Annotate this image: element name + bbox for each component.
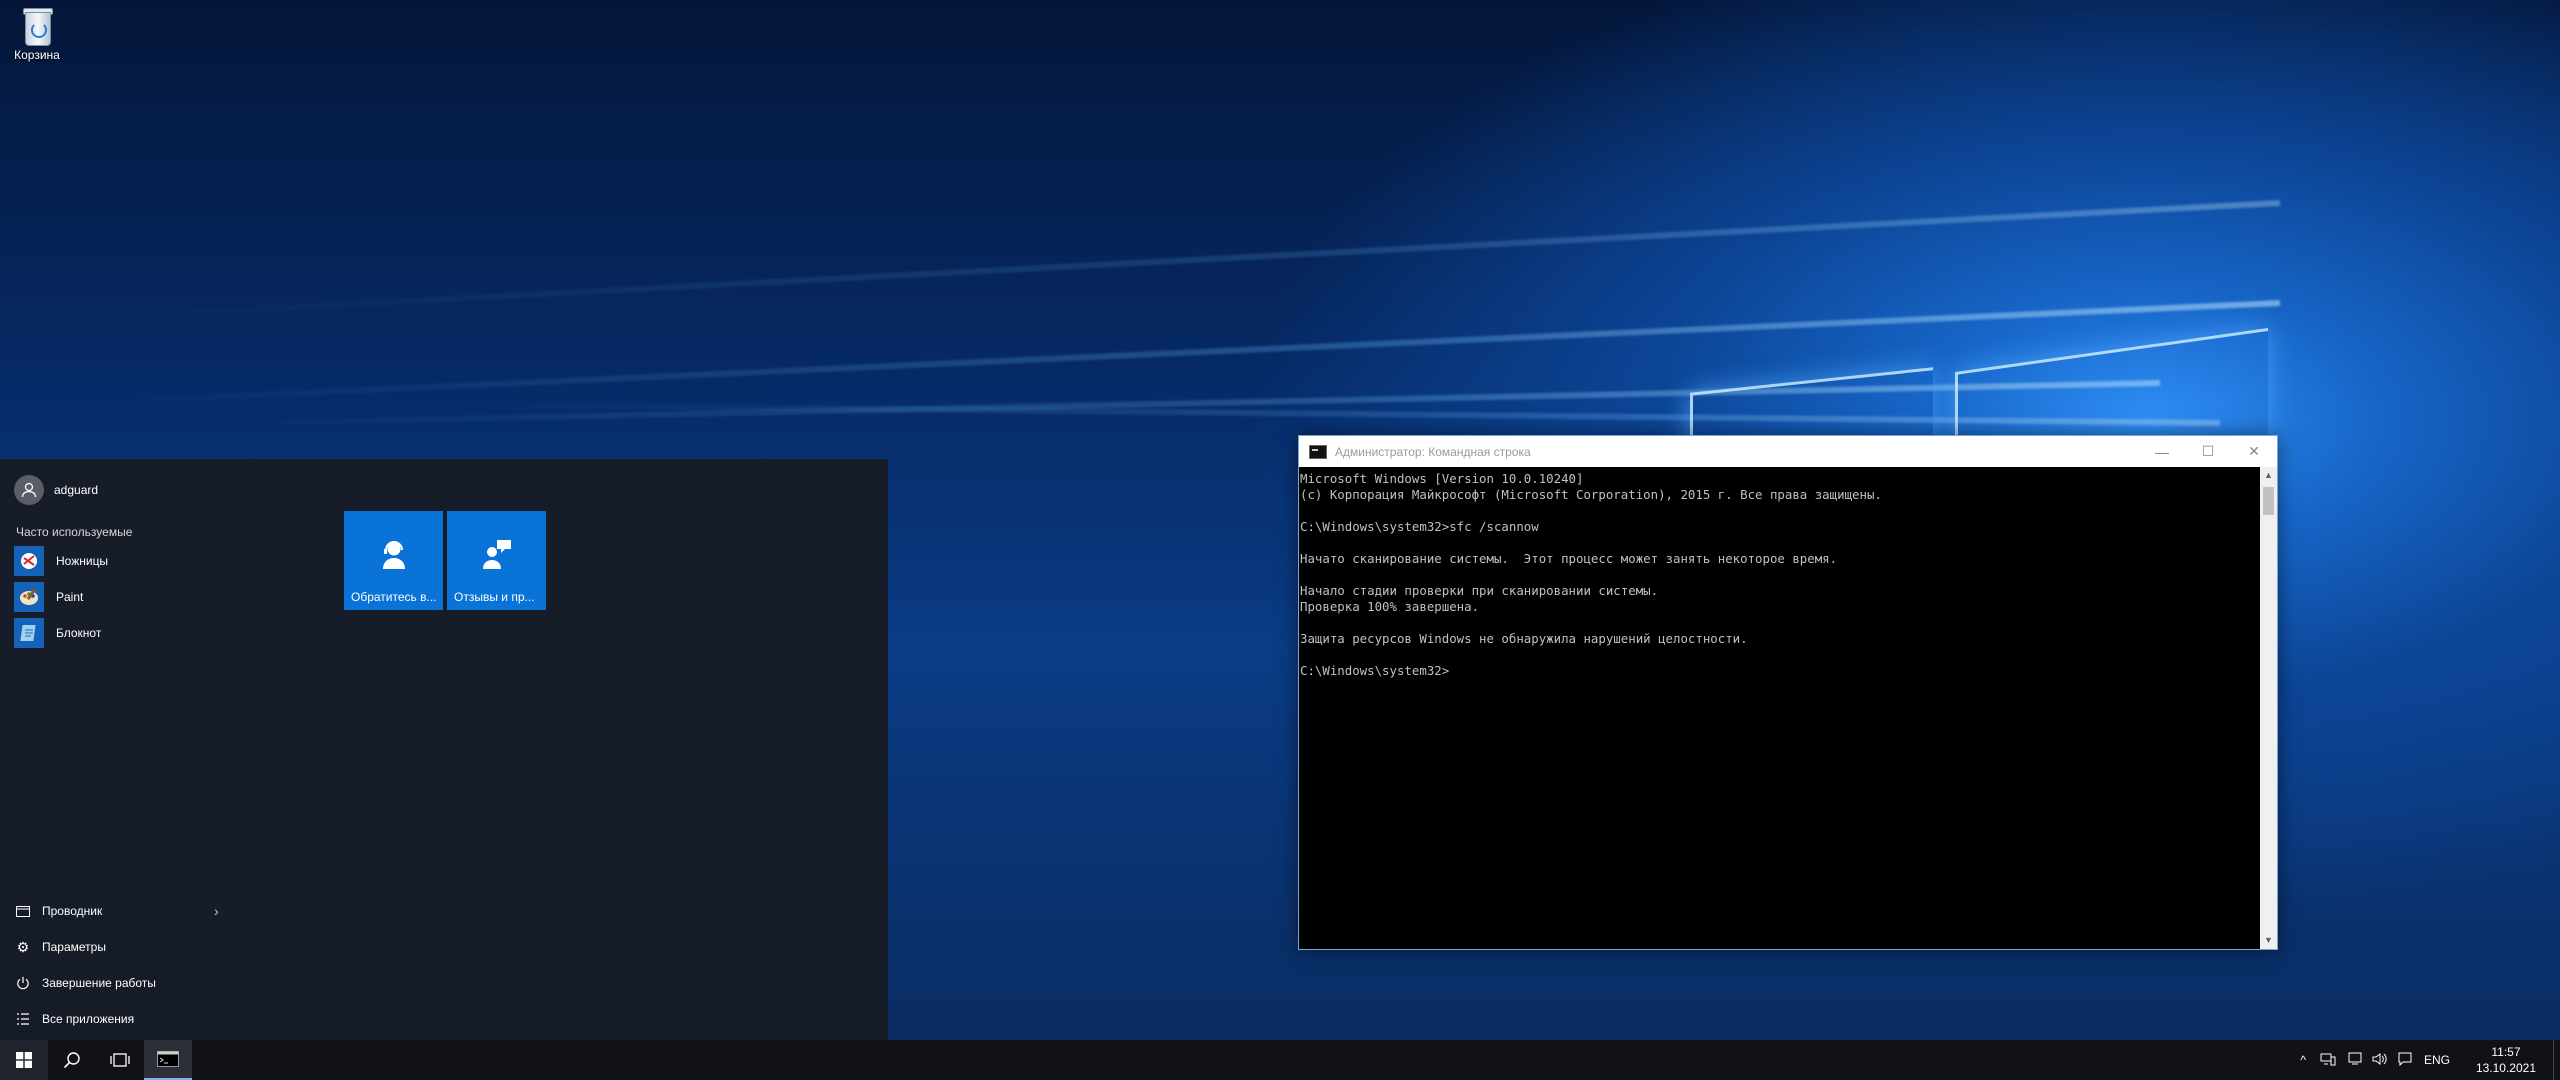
network-icon[interactable] [2320, 1052, 2336, 1069]
cmd-taskbar-button[interactable] [144, 1040, 192, 1080]
snipping-tool-icon [14, 546, 44, 576]
vertical-scrollbar[interactable]: ▲ ▼ [2260, 467, 2277, 949]
desktop-icon-label: Корзина [14, 48, 60, 62]
console-output[interactable]: Microsoft Windows [Version 10.0.10240] (c… [1299, 467, 2260, 949]
task-view-icon [110, 1053, 130, 1067]
console-line: (c) Корпорация Майкрософт (Microsoft Cor… [1300, 487, 1882, 502]
paint-icon [14, 582, 44, 612]
start-item-all-apps[interactable]: Все приложения [14, 1003, 214, 1035]
console-line: Начато сканирование системы. Этот процес… [1300, 551, 1838, 566]
clock[interactable]: 11:57 13.10.2021 [2476, 1044, 2536, 1076]
clock-time: 11:57 [2491, 1045, 2521, 1059]
file-explorer-icon [14, 902, 32, 920]
tile-label: Обратитесь в... [351, 590, 437, 604]
contact-support-icon [344, 537, 443, 574]
search-button[interactable] [48, 1040, 96, 1080]
maximize-icon: ☐ [2201, 443, 2215, 459]
start-menu: adguard Часто используемые Ножницы Paint [0, 459, 888, 1040]
start-button[interactable] [0, 1040, 48, 1080]
tile-contact-support[interactable]: Обратитесь в... [344, 511, 443, 610]
start-item-label: Завершение работы [42, 976, 156, 990]
command-prompt-window: Администратор: Командная строка — ☐ ✕ Mi… [1298, 435, 2278, 950]
language-indicator[interactable]: ENG [2424, 1053, 2450, 1067]
notepad-icon [14, 618, 44, 648]
start-item-power[interactable]: Завершение работы [14, 967, 214, 999]
user-avatar-icon [14, 475, 44, 505]
power-icon [14, 974, 32, 992]
close-button[interactable]: ✕ [2231, 436, 2277, 467]
start-app-label: Paint [56, 590, 84, 604]
gear-icon: ⚙ [16, 938, 30, 955]
console-line: C:\Windows\system32> [1300, 663, 1450, 678]
user-name: adguard [54, 483, 99, 497]
console-line: Начало стадии проверки при сканировании … [1300, 583, 1659, 598]
desktop-icon-recycle-bin[interactable]: Корзина [6, 6, 68, 62]
start-item-settings[interactable]: ⚙ Параметры [14, 931, 214, 963]
chevron-right-icon[interactable]: › [214, 903, 219, 919]
scroll-up-icon[interactable]: ▲ [2260, 467, 2277, 484]
start-item-label: Проводник [42, 904, 103, 918]
console-line: Проверка 100% завершена. [1300, 599, 1480, 614]
tile-label: Отзывы и пр... [454, 590, 535, 604]
chevron-up-icon[interactable]: ^ [2300, 1053, 2306, 1067]
command-prompt-icon [157, 1051, 179, 1067]
notifications-icon[interactable] [2398, 1052, 2412, 1069]
recycle-bin-icon [21, 6, 53, 46]
search-icon [63, 1052, 80, 1069]
console-line: Microsoft Windows [Version 10.0.10240] [1300, 471, 1584, 486]
system-tray: ^ ENG [2300, 1040, 2450, 1080]
start-item-label: Параметры [42, 940, 106, 954]
wallpaper-beam [62, 200, 2281, 323]
close-icon: ✕ [2248, 443, 2260, 459]
taskbar: ^ ENG 11:57 13.10.2021 [0, 1040, 2560, 1080]
start-app-paint[interactable]: Paint [14, 581, 334, 613]
scroll-down-icon[interactable]: ▼ [2260, 932, 2277, 949]
start-app-notepad[interactable]: Блокнот [14, 617, 334, 649]
volume-icon[interactable] [2372, 1052, 2388, 1069]
feedback-icon [447, 537, 546, 574]
window-titlebar[interactable]: Администратор: Командная строка — ☐ ✕ [1299, 436, 2277, 467]
scrollbar-thumb[interactable] [2263, 487, 2274, 515]
minimize-icon: — [2155, 443, 2169, 460]
console-line: C:\Windows\system32>sfc /scannow [1300, 519, 1539, 534]
window-title: Администратор: Командная строка [1335, 444, 1531, 459]
tile-feedback[interactable]: Отзывы и пр... [447, 511, 546, 610]
clock-date: 13.10.2021 [2475, 1061, 2536, 1075]
command-prompt-icon [1309, 444, 1327, 459]
start-app-snipping-tool[interactable]: Ножницы [14, 545, 334, 577]
start-menu-left-panel: adguard Часто используемые Ножницы Paint [0, 459, 340, 1040]
show-desktop-button[interactable] [2553, 1040, 2560, 1080]
task-view-button[interactable] [96, 1040, 144, 1080]
most-used-heading: Часто используемые [16, 525, 133, 539]
start-item-label: Все приложения [42, 1012, 135, 1026]
user-account-button[interactable]: adguard [14, 475, 98, 505]
start-app-label: Блокнот [56, 626, 102, 640]
list-icon [14, 1010, 32, 1028]
minimize-button[interactable]: — [2139, 436, 2185, 467]
console-line: Защита ресурсов Windows не обнаружила на… [1300, 631, 1748, 646]
action-center-icon[interactable] [2348, 1052, 2362, 1069]
start-item-file-explorer[interactable]: Проводник › [14, 895, 219, 927]
start-app-label: Ножницы [56, 554, 109, 568]
maximize-button[interactable]: ☐ [2185, 436, 2231, 467]
desktop: Корзина adguard Часто используемые Ножни… [0, 0, 2560, 1080]
windows-logo-icon [16, 1052, 32, 1068]
